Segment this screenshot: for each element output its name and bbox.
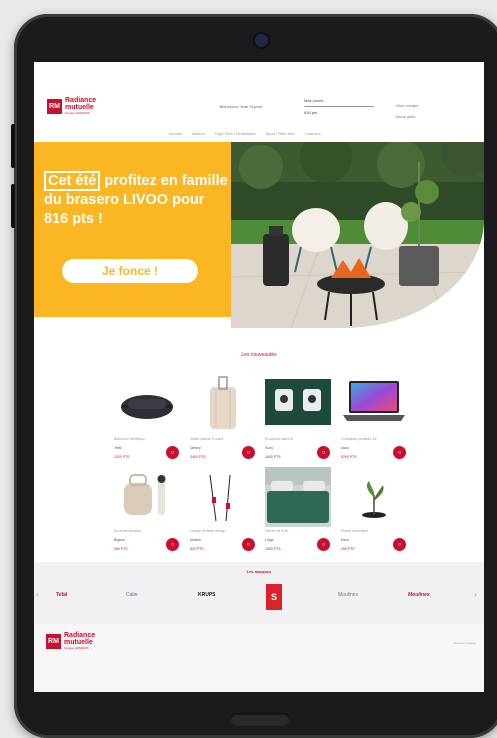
chevron-right-icon[interactable]: › bbox=[474, 590, 477, 599]
account-link[interactable]: Mon compte bbox=[394, 103, 418, 108]
site-logo[interactable]: RM Radiance mutuelle Groupe HUMANIS bbox=[47, 97, 96, 115]
chevron-left-icon[interactable]: ‹ bbox=[36, 590, 39, 599]
hero-banner: Cet été profitez en famille du brasero L… bbox=[34, 142, 231, 317]
product-image-suitcase bbox=[190, 375, 256, 435]
nav-item[interactable]: High-Tech / Multimédia bbox=[215, 131, 256, 136]
logo-tagline: Groupe HUMANIS bbox=[65, 111, 90, 115]
add-to-cart-icon[interactable]: ○ bbox=[242, 446, 255, 459]
product-card[interactable]: Écouteurs sans fil Sony 1600 PTS ○ bbox=[265, 375, 331, 465]
product-image-laptop bbox=[341, 375, 407, 435]
products-section-title: Les nouveautés bbox=[241, 352, 277, 358]
home-button[interactable] bbox=[230, 713, 290, 726]
nav-item[interactable]: Maison bbox=[192, 131, 205, 136]
volume-down-button bbox=[11, 184, 15, 228]
footer-logo[interactable]: RM Radiance mutuelle Groupe HUMANIS bbox=[46, 632, 95, 650]
logo-line1: Radiance bbox=[65, 97, 97, 104]
product-image-earbuds bbox=[265, 375, 331, 435]
product-name: Barbecue électrique bbox=[114, 437, 146, 441]
add-to-cart-icon[interactable]: ○ bbox=[317, 446, 330, 459]
product-price: 820 PTS bbox=[190, 547, 204, 551]
brands-section-title: Les marques bbox=[246, 569, 272, 574]
brand-logo[interactable]: Moulinex bbox=[408, 592, 430, 598]
product-card[interactable]: Ordinateur portable 14" Asus 9200 PTS ○ bbox=[341, 375, 407, 465]
product-name: Parure de lit lin bbox=[265, 529, 289, 533]
points-bar bbox=[304, 106, 374, 107]
logo-tagline: Groupe HUMANIS bbox=[64, 646, 89, 650]
volume-up-button bbox=[11, 124, 15, 168]
product-name: Enceinte karaoké bbox=[114, 529, 142, 533]
product-card[interactable]: Valise cabine 4 roues Delsey 3400 PTS ○ bbox=[190, 375, 256, 465]
product-brand: Asus bbox=[341, 446, 349, 450]
camera-icon bbox=[255, 34, 268, 47]
hero-photo-patio-brasero bbox=[231, 142, 484, 328]
product-brand: Delsey bbox=[190, 446, 201, 450]
product-card[interactable]: Parure de lit lin Linge 1500 PTS ○ bbox=[265, 467, 331, 557]
product-card[interactable]: Barbecue électrique Tefal 1200 PTS ○ bbox=[114, 375, 180, 465]
brands-strip: Les marques ‹ Tefal Calor KRUPS S Moulin… bbox=[34, 562, 484, 624]
welcome-text: Bienvenue Jean Dupont bbox=[219, 104, 263, 109]
web-page: RM Radiance mutuelle Groupe HUMANIS Bien… bbox=[34, 62, 484, 692]
add-to-cart-icon[interactable]: ○ bbox=[242, 538, 255, 551]
product-brand: Sony bbox=[265, 446, 273, 450]
product-brand: Tefal bbox=[114, 446, 122, 450]
logo-line2: mutuelle bbox=[64, 639, 93, 646]
product-brand: Bigben bbox=[114, 538, 125, 542]
product-price: 3400 PTS bbox=[190, 455, 206, 459]
product-brand: Maison bbox=[190, 538, 202, 542]
product-card[interactable]: Lampe de table design Maison 820 PTS ○ bbox=[190, 467, 256, 557]
main-nav: Accueil Maison High-Tech / Multimédia Sp… bbox=[169, 131, 321, 136]
points-widget[interactable]: Mes points 816 pts bbox=[304, 98, 374, 115]
product-name: Ordinateur portable 14" bbox=[341, 437, 378, 441]
legal-link[interactable]: Mentions légales bbox=[453, 641, 476, 645]
product-name: Lampe de table design bbox=[190, 529, 226, 533]
brand-logo[interactable]: Tefal bbox=[56, 592, 67, 598]
nav-item[interactable]: Sport / Bien-être bbox=[266, 131, 295, 136]
brand-logo[interactable]: KRUPS bbox=[198, 592, 216, 598]
product-price: 1200 PTS bbox=[114, 455, 130, 459]
nav-item[interactable]: Cadeaux bbox=[305, 131, 321, 136]
product-price: 450 PTS bbox=[341, 547, 355, 551]
add-to-cart-icon[interactable]: ○ bbox=[166, 446, 179, 459]
product-name: Valise cabine 4 roues bbox=[190, 437, 224, 441]
add-to-cart-icon[interactable]: ○ bbox=[393, 538, 406, 551]
product-price: 980 PTS bbox=[114, 547, 128, 551]
product-image-speaker bbox=[114, 467, 180, 527]
product-price: 9200 PTS bbox=[341, 455, 357, 459]
hero-cta-button[interactable]: Je fonce ! bbox=[62, 259, 198, 283]
logo-mark-icon: RM bbox=[47, 98, 62, 114]
logo-mark-icon: RM bbox=[46, 633, 61, 649]
product-card[interactable]: Plante décorative Déco 450 PTS ○ bbox=[341, 467, 407, 557]
product-image-plant bbox=[341, 467, 407, 527]
product-card[interactable]: Enceinte karaoké Bigben 980 PTS ○ bbox=[114, 467, 180, 557]
points-value: 816 pts bbox=[304, 110, 318, 115]
product-brand: Déco bbox=[341, 538, 350, 542]
add-to-cart-icon[interactable]: ○ bbox=[317, 538, 330, 551]
add-to-cart-icon[interactable]: ○ bbox=[393, 446, 406, 459]
site-footer: RM Radiance mutuelle Groupe HUMANIS Ment… bbox=[34, 624, 484, 692]
help-link[interactable]: Nous aider bbox=[394, 114, 416, 119]
product-image-bedding bbox=[265, 467, 331, 527]
product-price: 1600 PTS bbox=[265, 455, 281, 459]
logo-line2: mutuelle bbox=[65, 104, 94, 111]
hero-title-highlight: Cet été bbox=[44, 171, 101, 191]
header-links: Mon compte Nous aider bbox=[394, 100, 418, 122]
brand-logo-seb-icon[interactable]: S bbox=[266, 584, 282, 610]
product-brand: Linge bbox=[265, 538, 274, 542]
nav-item[interactable]: Accueil bbox=[169, 131, 182, 136]
product-image-bbq bbox=[114, 375, 180, 435]
brand-logo[interactable]: Moulinex bbox=[338, 592, 358, 598]
brand-logo[interactable]: Calor bbox=[126, 592, 138, 598]
points-label: Mes points bbox=[304, 98, 324, 103]
product-image-lamp bbox=[190, 467, 256, 527]
product-name: Plante décorative bbox=[341, 529, 369, 533]
hero-title: Cet été profitez en famille du brasero L… bbox=[44, 171, 229, 229]
product-name: Écouteurs sans fil bbox=[265, 437, 293, 441]
product-price: 1500 PTS bbox=[265, 547, 281, 551]
add-to-cart-icon[interactable]: ○ bbox=[166, 538, 179, 551]
logo-line1: Radiance bbox=[64, 632, 96, 639]
